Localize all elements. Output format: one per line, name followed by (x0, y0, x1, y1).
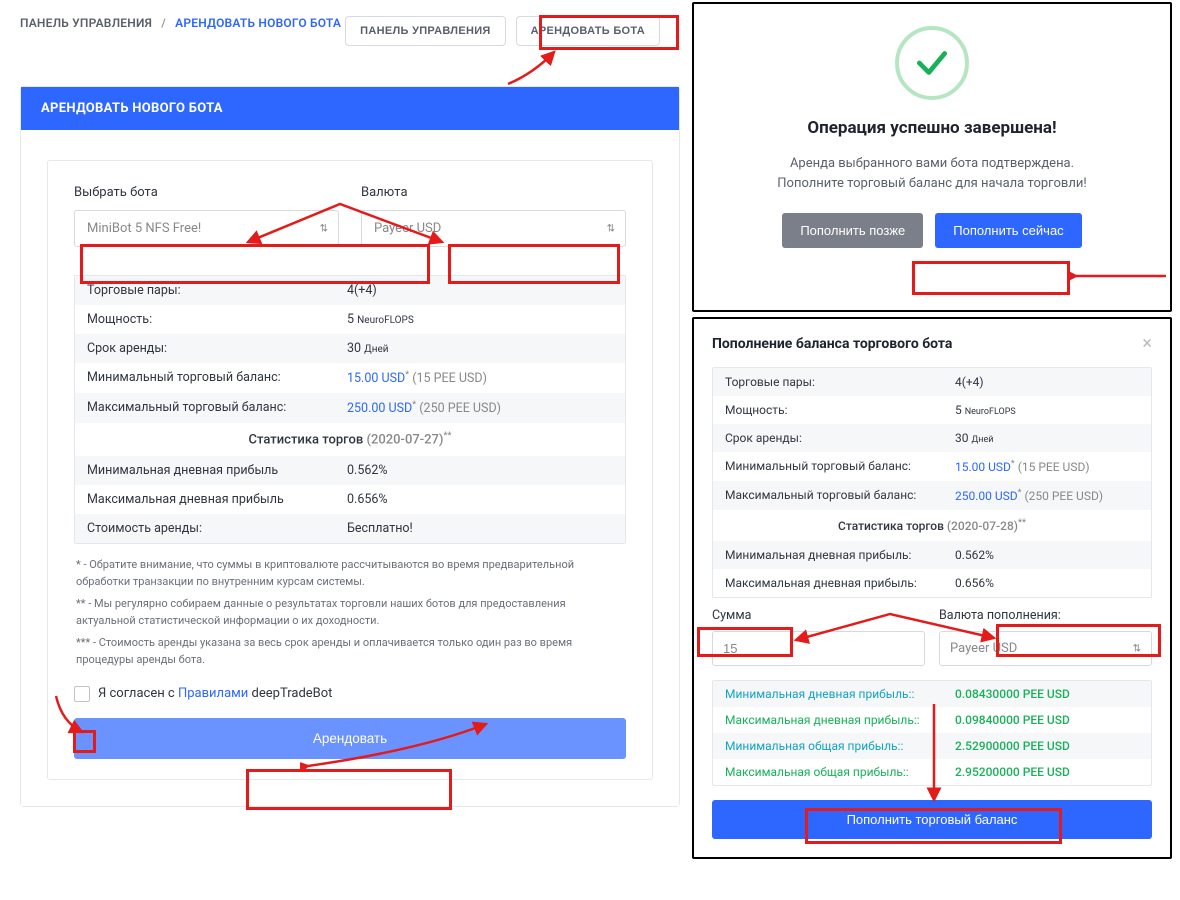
agree-checkbox[interactable] (74, 686, 90, 702)
choose-bot-select[interactable]: MiniBot 5 NFS Free! ⇅ (74, 210, 339, 247)
breadcrumb: ПАНЕЛЬ УПРАВЛЕНИЯ / АРЕНДОВАТЬ НОВОГО БО… (20, 16, 341, 30)
choose-bot-label: Выбрать бота (74, 185, 339, 200)
breadcrumb-current: АРЕНДОВАТЬ НОВОГО БОТА (175, 16, 341, 30)
rent-card: АРЕНДОВАТЬ НОВОГО БОТА Выбрать бота Mini… (20, 86, 680, 807)
panel-button[interactable]: ПАНЕЛЬ УПРАВЛЕНИЯ (345, 16, 505, 46)
topup-button[interactable]: Пополнить торговый баланс (712, 800, 1152, 839)
topup-info-table: Торговые пары:4(+4) Мощность:5 NeuroFLOP… (712, 367, 1152, 598)
sum-label: Сумма (712, 608, 925, 623)
breadcrumb-sep: / (161, 16, 166, 30)
topup-currency-select[interactable]: Payeer USD ⇅ (939, 631, 1152, 666)
topup-modal: Пополнение баланса торгового бота × Торг… (692, 317, 1172, 859)
breadcrumb-root[interactable]: ПАНЕЛЬ УПРАВЛЕНИЯ (20, 16, 152, 30)
bot-info-table: Торговые пары:4(+4) Мощность:5 NeuroFLOP… (74, 275, 626, 544)
caret-icon: ⇅ (607, 223, 615, 234)
currency-select[interactable]: Payeer USD ⇅ (361, 210, 626, 247)
topup-currency-label: Валюта пополнения: (939, 608, 1152, 623)
rent-button[interactable]: Арендовать (74, 718, 626, 759)
topup-modal-title: Пополнение баланса торгового бота (712, 336, 952, 352)
close-icon[interactable]: × (1142, 335, 1152, 353)
success-check-icon (895, 26, 969, 100)
notes: * - Обратите внимание, что суммы в крипт… (74, 556, 626, 668)
rent-bot-button[interactable]: АРЕНДОВАТЬ БОТА (516, 16, 660, 46)
currency-value: Payeer USD (374, 221, 441, 236)
fund-later-button[interactable]: Пополнить позже (782, 213, 923, 248)
rent-card-title: АРЕНДОВАТЬ НОВОГО БОТА (21, 87, 679, 130)
agree-row: Я согласен с Правилами deepTradeBot (74, 686, 626, 702)
caret-icon: ⇅ (320, 223, 328, 234)
sum-input[interactable] (712, 631, 925, 666)
fund-now-button[interactable]: Пополнить сейчас (935, 213, 1081, 248)
currency-label: Валюта (361, 185, 626, 200)
profit-table: Минимальная дневная прибыль::0.08430000 … (712, 680, 1152, 786)
success-title: Операция успешно завершена! (724, 118, 1140, 138)
choose-bot-value: MiniBot 5 NFS Free! (87, 221, 201, 236)
caret-icon: ⇅ (1133, 643, 1141, 654)
rules-link[interactable]: Правилами (178, 686, 248, 701)
success-modal: Операция успешно завершена! Аренда выбра… (692, 2, 1172, 312)
